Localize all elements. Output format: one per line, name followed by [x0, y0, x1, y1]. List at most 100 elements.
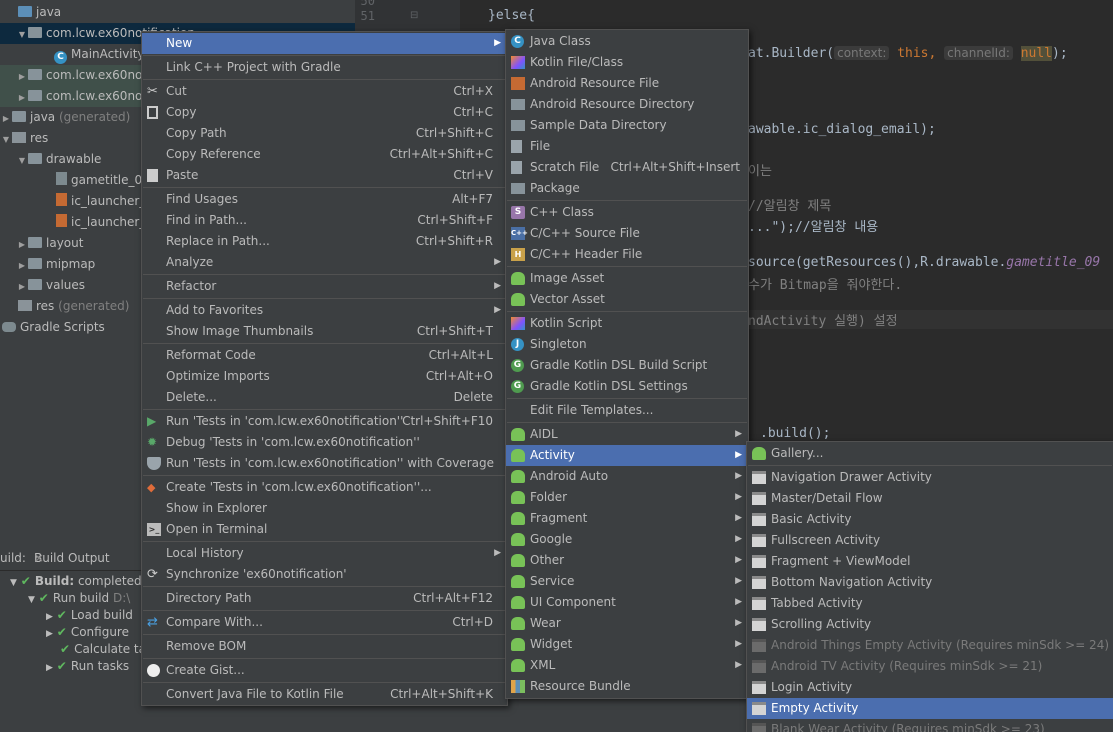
menu-item-synchronize[interactable]: ⟳ Synchronize 'ex60notification'	[142, 564, 507, 585]
menu-item-local-history[interactable]: Local History ▶	[142, 543, 507, 564]
menu-item-show-in-explorer[interactable]: Show in Explorer	[142, 498, 507, 519]
menu-item-create-tests[interactable]: ◆ Create 'Tests in 'com.lcw.ex60notificat…	[142, 477, 507, 498]
menu-item-convert-to-kotlin[interactable]: Convert Java File to Kotlin File Ctrl+Alt…	[142, 684, 507, 705]
package-icon	[28, 69, 42, 80]
menu-item-run-coverage[interactable]: Run 'Tests in 'com.lcw.ex60notification'…	[142, 453, 507, 474]
activity-navigation-drawer[interactable]: Navigation Drawer Activity	[747, 467, 1113, 488]
activity-basic[interactable]: Basic Activity	[747, 509, 1113, 530]
build-row[interactable]: ▼ ✔ Run build D:\	[28, 590, 130, 607]
new-aidl[interactable]: AIDL ▶	[506, 424, 748, 445]
create-test-icon: ◆	[147, 481, 156, 494]
collapse-arrow-icon[interactable]: ▶	[16, 255, 28, 276]
build-row[interactable]: ▶ ✔ Configure	[46, 624, 129, 641]
new-other[interactable]: Other ▶	[506, 550, 748, 571]
build-row[interactable]: ▶ ✔ Run tasks	[46, 658, 129, 675]
new-file[interactable]: File	[506, 136, 748, 157]
menu-item-cut[interactable]: ✂ Cut Ctrl+X	[142, 81, 507, 102]
menu-item-add-to-favorites[interactable]: Add to Favorites ▶	[142, 300, 507, 321]
expand-arrow-icon[interactable]: ▼	[16, 24, 28, 45]
copy-icon	[147, 106, 158, 119]
new-scratch-file[interactable]: Scratch File Ctrl+Alt+Shift+Insert	[506, 157, 748, 178]
menu-item-optimize-imports[interactable]: Optimize Imports Ctrl+Alt+O	[142, 366, 507, 387]
new-java-class[interactable]: C Java Class	[506, 31, 748, 52]
new-kotlin-script[interactable]: Kotlin Script	[506, 313, 748, 334]
menu-item-copy[interactable]: Copy Ctrl+C	[142, 102, 507, 123]
new-android-resource-file[interactable]: Android Resource File	[506, 73, 748, 94]
new-folder[interactable]: Folder ▶	[506, 487, 748, 508]
folder-icon	[18, 6, 32, 17]
menu-item-create-gist[interactable]: Create Gist...	[142, 660, 507, 681]
menu-item-copy-path[interactable]: Copy Path Ctrl+Shift+C	[142, 123, 507, 144]
menu-item-remove-bom[interactable]: Remove BOM	[142, 636, 507, 657]
new-xml[interactable]: XML ▶	[506, 655, 748, 676]
new-singleton[interactable]: J Singleton	[506, 334, 748, 355]
activity-gallery[interactable]: Gallery...	[747, 443, 1113, 464]
new-ui-component[interactable]: UI Component ▶	[506, 592, 748, 613]
new-sample-data-directory[interactable]: Sample Data Directory	[506, 115, 748, 136]
collapse-arrow-icon[interactable]: ▶	[16, 87, 28, 108]
activity-fragment-viewmodel[interactable]: Fragment + ViewModel	[747, 551, 1113, 572]
activity-tabbed[interactable]: Tabbed Activity	[747, 593, 1113, 614]
new-google[interactable]: Google ▶	[506, 529, 748, 550]
menu-item-compare-with[interactable]: ⇄ Compare With... Ctrl+D	[142, 612, 507, 633]
activity-fullscreen[interactable]: Fullscreen Activity	[747, 530, 1113, 551]
new-package[interactable]: Package	[506, 178, 748, 199]
new-submenu: C Java Class Kotlin File/Class Android Re…	[505, 29, 749, 699]
activity-master-detail[interactable]: Master/Detail Flow	[747, 488, 1113, 509]
menu-item-run-tests[interactable]: ▶ Run 'Tests in 'com.lcw.ex60notification…	[142, 411, 507, 432]
expand-arrow-icon[interactable]: ▼	[16, 150, 28, 171]
menu-item-debug-tests[interactable]: ✹ Debug 'Tests in 'com.lcw.ex60notificati…	[142, 432, 507, 453]
new-wear[interactable]: Wear ▶	[506, 613, 748, 634]
activity-scrolling[interactable]: Scrolling Activity	[747, 614, 1113, 635]
menu-item-new[interactable]: New ▶	[142, 33, 507, 54]
fold-marker-icon[interactable]: ⊟	[410, 10, 418, 21]
new-vector-asset[interactable]: Vector Asset	[506, 289, 748, 310]
menu-item-reformat-code[interactable]: Reformat Code Ctrl+Alt+L	[142, 345, 507, 366]
new-cpp-source[interactable]: C++ C/C++ Source File	[506, 223, 748, 244]
new-gradle-kotlin-settings[interactable]: G Gradle Kotlin DSL Settings	[506, 376, 748, 397]
menu-item-paste[interactable]: Paste Ctrl+V	[142, 165, 507, 186]
menu-item-open-terminal[interactable]: >_ Open in Terminal	[142, 519, 507, 540]
menu-item-find-usages[interactable]: Find Usages Alt+F7	[142, 189, 507, 210]
tree-item-java[interactable]: java	[0, 2, 355, 23]
android-icon	[511, 470, 525, 483]
close-tab-icon[interactable]: ×	[34, 545, 44, 571]
new-cpp-header[interactable]: H C/C++ Header File	[506, 244, 748, 265]
menu-item-link-cpp[interactable]: Link C++ Project with Gradle	[142, 57, 507, 78]
build-row[interactable]: ✔ Calculate ta	[60, 641, 146, 658]
menu-item-replace-in-path[interactable]: Replace in Path... Ctrl+Shift+R	[142, 231, 507, 252]
new-resource-bundle[interactable]: Resource Bundle	[506, 676, 748, 697]
new-android-resource-directory[interactable]: Android Resource Directory	[506, 94, 748, 115]
collapse-arrow-icon[interactable]: ▶	[0, 108, 12, 129]
menu-item-delete[interactable]: Delete... Delete	[142, 387, 507, 408]
new-widget[interactable]: Widget ▶	[506, 634, 748, 655]
new-service[interactable]: Service ▶	[506, 571, 748, 592]
new-kotlin-file[interactable]: Kotlin File/Class	[506, 52, 748, 73]
activity-bottom-navigation[interactable]: Bottom Navigation Activity	[747, 572, 1113, 593]
new-fragment[interactable]: Fragment ▶	[506, 508, 748, 529]
menu-item-analyze[interactable]: Analyze ▶	[142, 252, 507, 273]
collapse-arrow-icon[interactable]: ▶	[16, 234, 28, 255]
menu-item-find-in-path[interactable]: Find in Path... Ctrl+Shift+F	[142, 210, 507, 231]
menu-item-copy-reference[interactable]: Copy Reference Ctrl+Alt+Shift+C	[142, 144, 507, 165]
collapse-arrow-icon[interactable]: ▶	[16, 276, 28, 297]
folder-icon	[12, 111, 26, 122]
menu-item-refactor[interactable]: Refactor ▶	[142, 276, 507, 297]
new-activity[interactable]: Activity ▶	[506, 445, 748, 466]
activity-empty[interactable]: Empty Activity	[747, 698, 1113, 719]
new-gradle-kotlin-build-script[interactable]: G Gradle Kotlin DSL Build Script	[506, 355, 748, 376]
build-row[interactable]: ▼ ✔ Build: completed	[10, 573, 142, 590]
activity-login[interactable]: Login Activity	[747, 677, 1113, 698]
new-image-asset[interactable]: Image Asset	[506, 268, 748, 289]
menu-item-show-thumbnails[interactable]: Show Image Thumbnails Ctrl+Shift+T	[142, 321, 507, 342]
new-cpp-class[interactable]: S C++ Class	[506, 202, 748, 223]
expand-arrow-icon[interactable]: ▼	[0, 129, 12, 150]
image-file-icon	[56, 172, 67, 185]
build-row[interactable]: ▶ ✔ Load build	[46, 607, 133, 624]
new-edit-file-templates[interactable]: Edit File Templates...	[506, 400, 748, 421]
activity-android-tv: Android TV Activity (Requires minSdk >= …	[747, 656, 1113, 677]
menu-item-directory-path[interactable]: Directory Path Ctrl+Alt+F12	[142, 588, 507, 609]
new-android-auto[interactable]: Android Auto ▶	[506, 466, 748, 487]
collapse-arrow-icon[interactable]: ▶	[16, 66, 28, 87]
scissors-icon: ✂	[147, 84, 158, 99]
